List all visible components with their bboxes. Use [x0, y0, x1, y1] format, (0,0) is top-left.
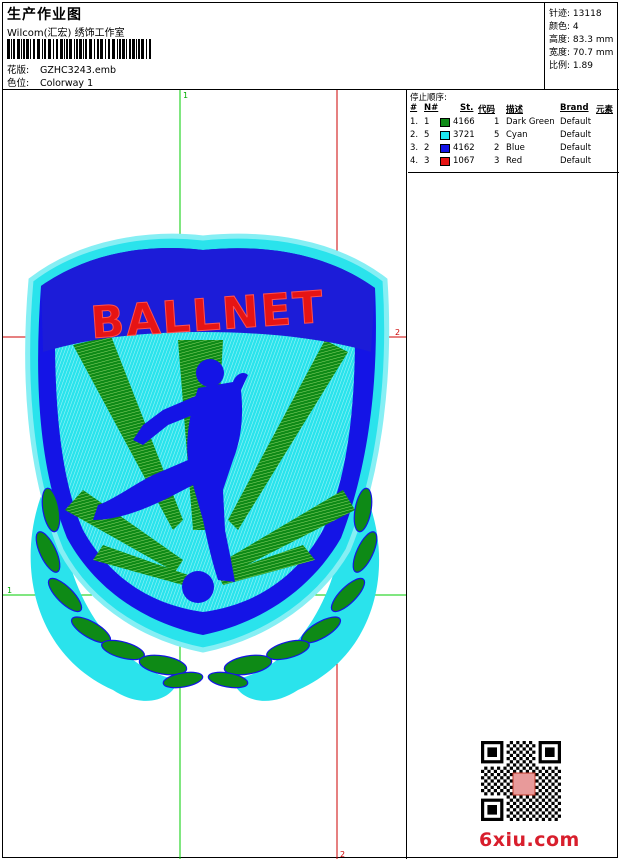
row-brand: Default — [560, 130, 592, 140]
row-idx: 3. — [410, 143, 419, 153]
col-brand: Brand — [560, 103, 589, 113]
col-element: 元素 — [596, 105, 614, 115]
stats-panel: 针迹: 13118 颜色: 4 高度: 83.3 mm 宽度: 70.7 mm … — [546, 3, 619, 90]
stat-width: 宽度: 70.7 mm — [549, 48, 614, 58]
studio-name: Wilcom(汇宏) 绣饰工作室 — [7, 28, 125, 39]
row-idx: 2. — [410, 130, 419, 140]
colorway-label: 色位: — [7, 78, 30, 89]
stop-sequence-row: 3. 2 4162 2 Blue Default — [410, 143, 618, 155]
row-desc: Cyan — [506, 130, 528, 140]
production-sheet: 生产作业图 Wilcom(汇宏) 绣饰工作室 花版: GZHC3243.emb … — [2, 2, 619, 859]
barcode-image — [7, 39, 151, 59]
row-st: 5 — [494, 130, 500, 140]
color-swatch — [440, 131, 450, 140]
guide-label-right: 2 — [395, 328, 400, 337]
row-code: 1067 — [453, 156, 475, 166]
row-n: 5 — [424, 130, 430, 140]
stop-sequence-title: 停止顺序: — [410, 93, 447, 103]
sheet-title: 生产作业图 — [7, 7, 82, 23]
stat-scale: 比例: 1.89 — [549, 61, 593, 71]
row-st: 1 — [494, 117, 500, 127]
row-brand: Default — [560, 117, 592, 127]
guide-label-top: 1 — [183, 91, 188, 100]
row-code: 4162 — [453, 143, 475, 153]
sheet-header: 生产作业图 Wilcom(汇宏) 绣饰工作室 花版: GZHC3243.emb … — [3, 3, 619, 90]
embroidery-design-canvas: BALLNET 1 2 1 2 — [3, 90, 407, 859]
col-idx: # — [410, 103, 418, 113]
stat-colors: 颜色: 4 — [549, 22, 579, 32]
color-swatch — [440, 144, 450, 153]
row-desc: Dark Green — [506, 117, 555, 127]
row-idx: 1. — [410, 117, 419, 127]
qr-code-image — [481, 741, 561, 821]
row-n: 1 — [424, 117, 430, 127]
stat-stitches: 针迹: 13118 — [549, 9, 602, 19]
col-code: 代码 — [478, 105, 496, 115]
row-idx: 4. — [410, 156, 419, 166]
row-n: 3 — [424, 156, 430, 166]
stop-sequence-header: # N# St. 代码 描述 Brand 元素 — [410, 103, 618, 115]
stop-sequence-row: 1. 1 4166 1 Dark Green Default — [410, 117, 618, 129]
color-swatch — [440, 157, 450, 166]
header-info: 生产作业图 Wilcom(汇宏) 绣饰工作室 花版: GZHC3243.emb … — [3, 3, 545, 90]
row-desc: Red — [506, 156, 523, 166]
col-st: St. — [460, 103, 474, 113]
stop-sequence-row: 2. 5 3721 5 Cyan Default — [410, 130, 618, 142]
guide-label-bottom: 2 — [340, 850, 345, 859]
col-n: N# — [424, 103, 439, 113]
stop-sequence-row: 4. 3 1067 3 Red Default — [410, 156, 618, 168]
row-desc: Blue — [506, 143, 525, 153]
stat-height: 高度: 83.3 mm — [549, 35, 614, 45]
row-code: 4166 — [453, 117, 475, 127]
color-swatch — [440, 118, 450, 127]
row-n: 2 — [424, 143, 430, 153]
watermark-text: 6xiu.com — [479, 829, 580, 851]
row-code: 3721 — [453, 130, 475, 140]
stop-sequence-table: 停止顺序: # N# St. 代码 描述 Brand 元素 1. 1 4166 1 Da… — [408, 90, 619, 173]
row-st: 3 — [494, 156, 500, 166]
col-desc: 描述 — [506, 105, 524, 115]
colorway-value: Colorway 1 — [40, 78, 94, 89]
row-brand: Default — [560, 156, 592, 166]
colorway-row: 色位: Colorway 1 — [7, 75, 93, 89]
row-st: 2 — [494, 143, 500, 153]
guide-label-left: 1 — [7, 586, 12, 595]
badge-illustration: BALLNET 1 2 1 2 — [3, 90, 406, 859]
design-file-row: 花版: GZHC3243.emb — [7, 62, 116, 76]
row-brand: Default — [560, 143, 592, 153]
design-file-label: 花版: — [7, 65, 30, 76]
